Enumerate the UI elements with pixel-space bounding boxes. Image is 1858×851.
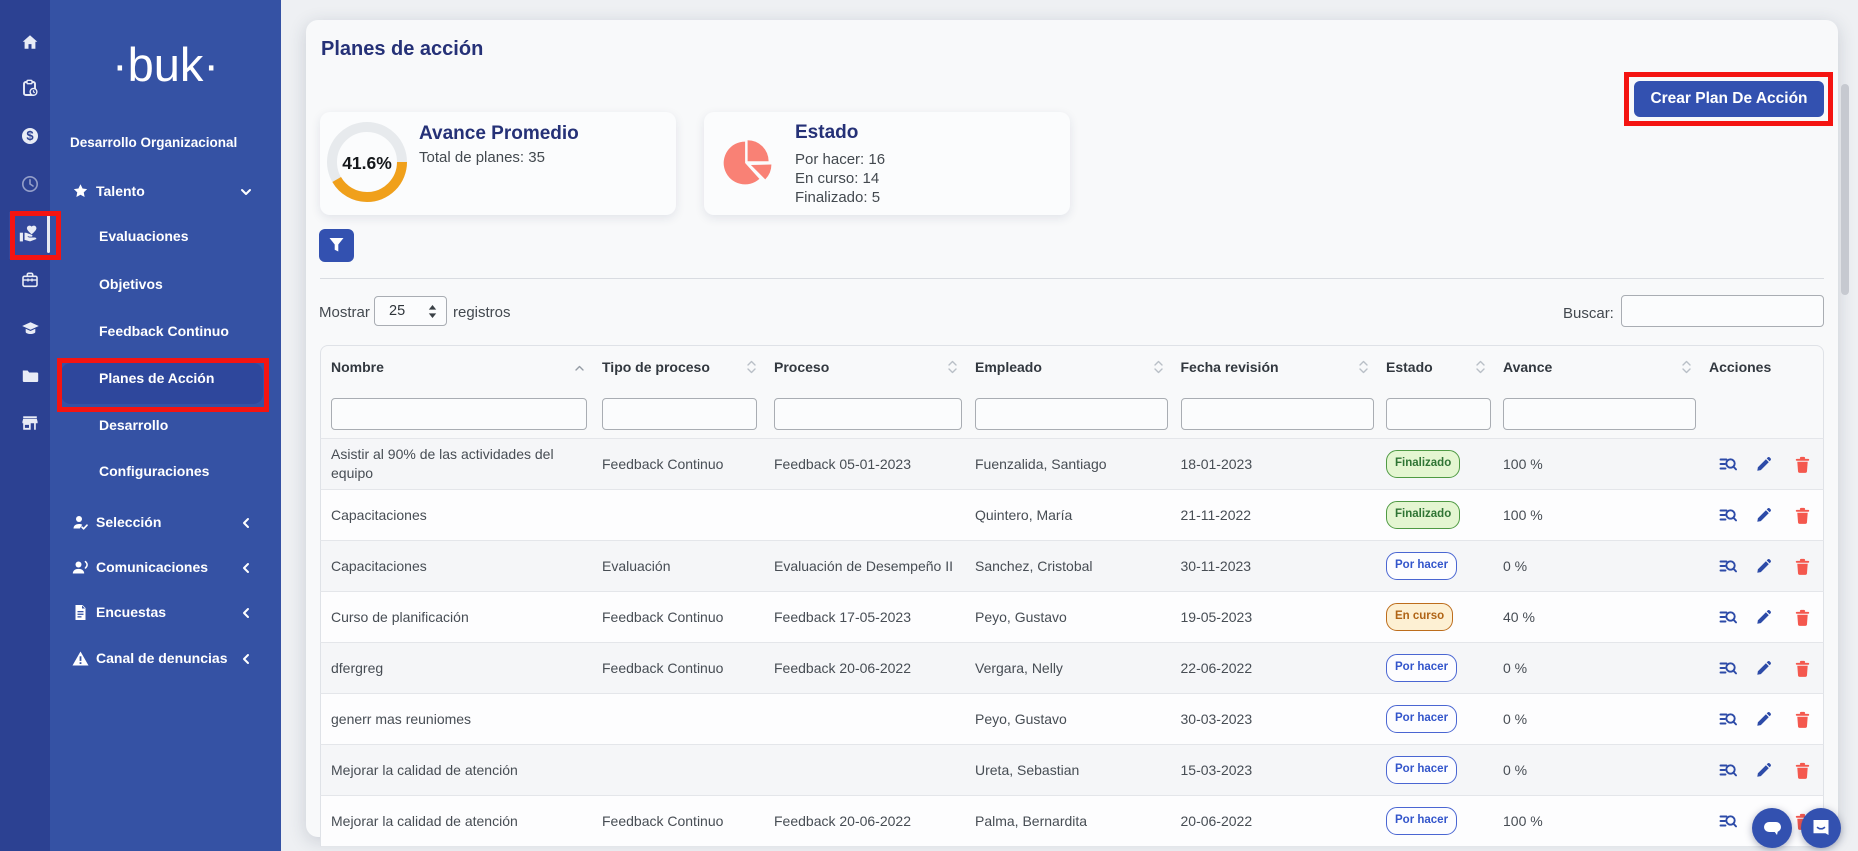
svg-text:$: $: [26, 128, 34, 143]
